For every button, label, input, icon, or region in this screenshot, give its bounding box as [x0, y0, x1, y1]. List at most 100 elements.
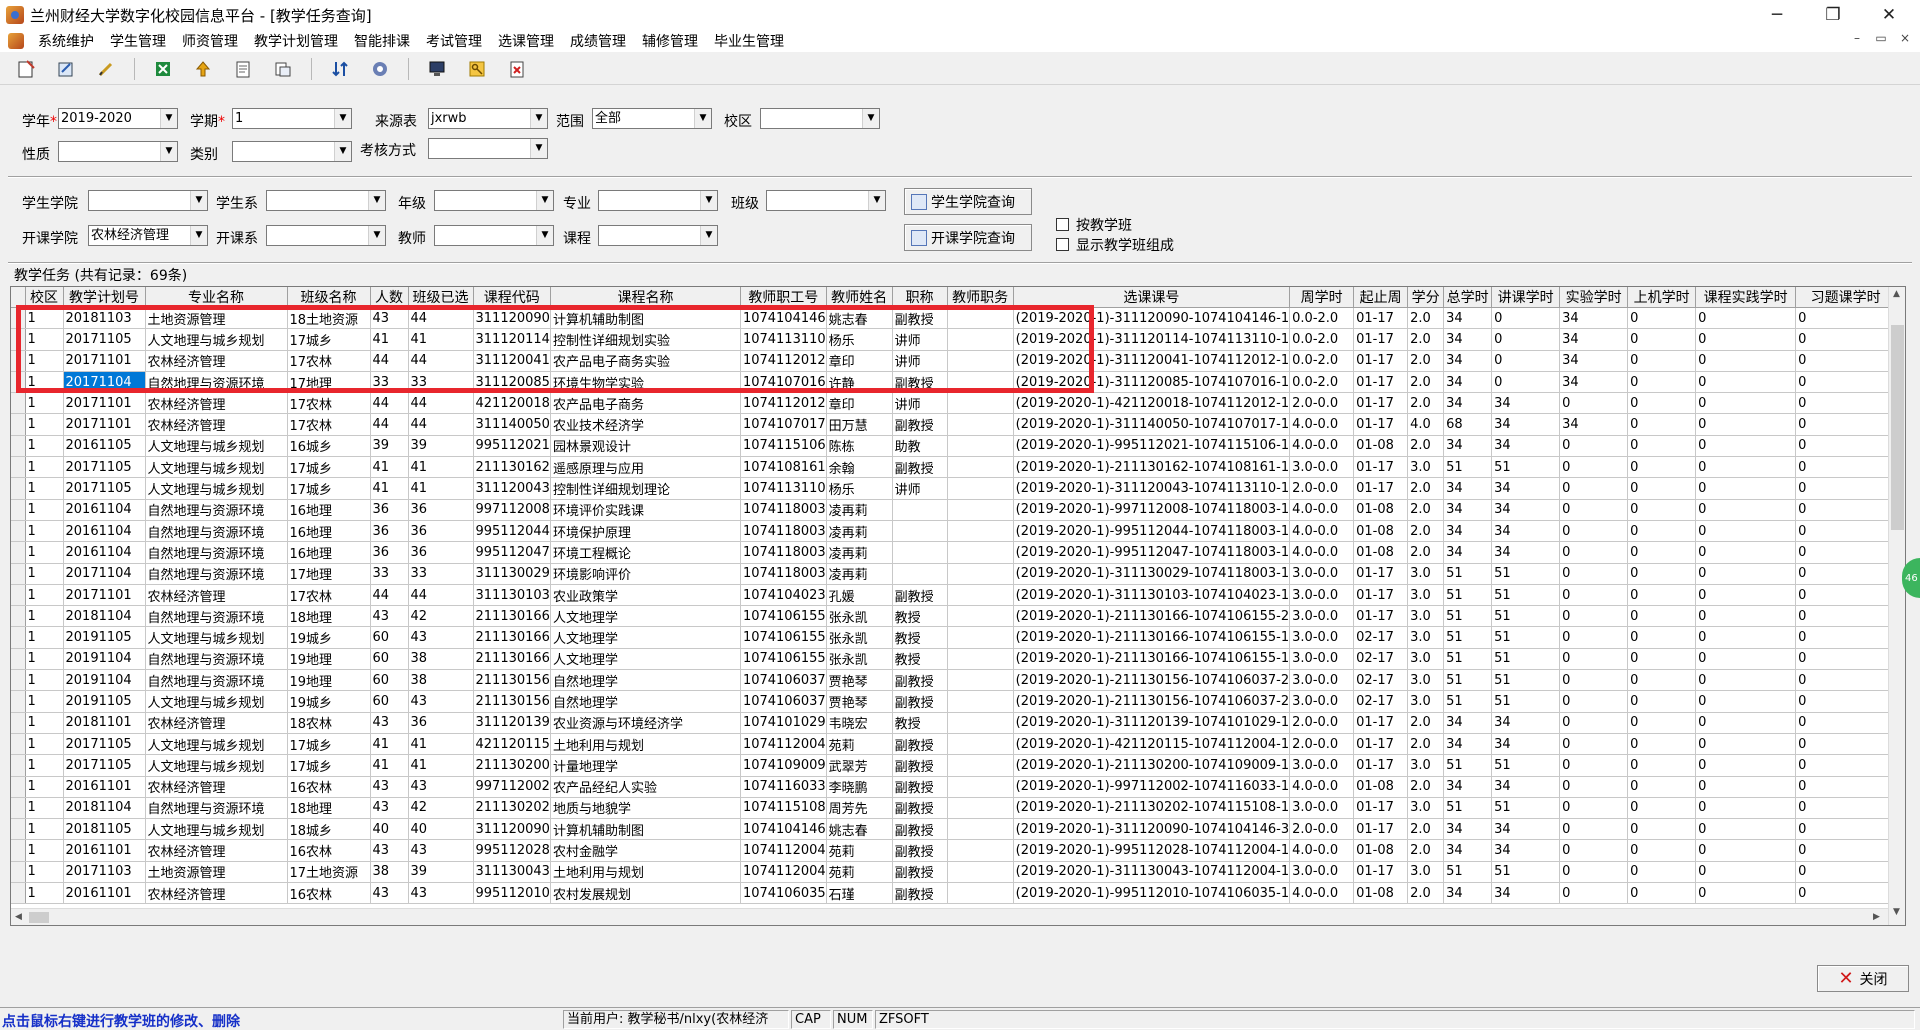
table-cell[interactable]: 副教授 — [892, 776, 948, 798]
table-cell[interactable]: 凌再莉 — [826, 541, 893, 564]
table-cell[interactable]: 4.0-0.0 — [1289, 413, 1355, 436]
table-cell[interactable]: 16农林 — [287, 839, 371, 862]
table-cell[interactable]: 01-08 — [1353, 776, 1409, 798]
table-cell[interactable]: 2.0 — [1407, 477, 1445, 500]
table-cell[interactable]: 0 — [1559, 541, 1629, 564]
table-cell[interactable]: 农业技术经济学 — [550, 413, 741, 436]
table-cell[interactable]: 997112002 — [473, 776, 551, 798]
table-cell[interactable]: 44 — [370, 584, 409, 607]
table-cell[interactable]: 0 — [1559, 861, 1629, 884]
table-cell[interactable]: 自然地理与资源环境 — [145, 563, 288, 585]
table-cell[interactable]: 01-17 — [1353, 371, 1409, 394]
table-cell[interactable]: 1074104146 — [740, 307, 827, 330]
document-icon[interactable] — [231, 57, 255, 81]
table-cell[interactable]: 自然地理与资源环境 — [145, 520, 288, 543]
table-cell[interactable]: 农林经济管理 — [145, 839, 288, 862]
row-indicator[interactable] — [11, 392, 26, 415]
pencil-icon[interactable] — [94, 57, 118, 81]
table-cell[interactable]: 17城乡 — [287, 477, 371, 500]
table-cell[interactable]: 51 — [1491, 690, 1561, 713]
table-cell[interactable]: 60 — [370, 690, 409, 713]
table-row[interactable]: 1 20191104 自然地理与资源环境 19地理 60 38 211130156 自然地理学… — [11, 669, 1897, 692]
table-cell[interactable]: 2.0 — [1407, 392, 1445, 415]
table-cell[interactable]: 01-17 — [1353, 754, 1409, 777]
table-cell[interactable]: (2019-2020-1)-997112002-1074116033-1 — [1013, 776, 1291, 798]
table-cell[interactable]: 1 — [25, 669, 64, 692]
table-cell[interactable]: 自然地理与资源环境 — [145, 371, 288, 394]
table-cell[interactable]: 20171101 — [63, 584, 146, 607]
table-row[interactable]: 1 20191105 人文地理与城乡规划 19城乡 60 43 211130156 自然地理学… — [11, 690, 1897, 713]
mdi-close-button[interactable]: × — [1894, 31, 1916, 45]
table-cell[interactable] — [892, 520, 948, 543]
table-cell[interactable]: 2.0 — [1407, 882, 1445, 905]
table-cell[interactable]: 51 — [1443, 563, 1493, 585]
table-cell[interactable]: 人文地理与城乡规划 — [145, 690, 288, 713]
table-cell[interactable]: 40 — [408, 818, 474, 841]
table-cell[interactable]: 34 — [1491, 818, 1561, 841]
exit-icon[interactable] — [505, 57, 529, 81]
table-cell[interactable]: 34 — [1443, 733, 1493, 756]
menu-system[interactable]: 系统维护 — [30, 31, 102, 51]
table-cell[interactable]: 土地利用与规划 — [550, 861, 741, 884]
column-header[interactable]: 选课课号 — [1013, 287, 1291, 308]
table-cell[interactable]: 0 — [1627, 584, 1697, 607]
table-cell[interactable]: 0 — [1627, 861, 1697, 884]
table-cell[interactable]: 0 — [1695, 626, 1797, 649]
table-cell[interactable]: 3.0 — [1407, 626, 1445, 649]
table-cell[interactable]: 01-17 — [1353, 861, 1409, 884]
table-cell[interactable]: 51 — [1491, 797, 1561, 820]
table-cell[interactable]: 44 — [408, 584, 474, 607]
table-cell[interactable]: 1074112012 — [740, 392, 827, 415]
table-cell[interactable]: 1 — [25, 754, 64, 777]
table-cell[interactable]: 0 — [1627, 413, 1697, 436]
table-cell[interactable]: 2.0 — [1407, 733, 1445, 756]
table-cell[interactable]: 34 — [1443, 371, 1493, 394]
table-cell[interactable]: 33 — [408, 371, 474, 394]
table-cell[interactable] — [947, 605, 1014, 628]
table-cell[interactable]: 0 — [1559, 797, 1629, 820]
table-cell[interactable]: 0 — [1491, 350, 1561, 372]
table-cell[interactable]: 01-08 — [1353, 435, 1409, 458]
table-cell[interactable]: 0 — [1795, 392, 1897, 415]
edit-record-icon[interactable] — [54, 57, 78, 81]
table-cell[interactable]: 0 — [1695, 350, 1797, 372]
table-cell[interactable]: (2019-2020-1)-421120115-1074112004-1 — [1013, 733, 1291, 756]
table-cell[interactable]: 地质与地貌学 — [550, 797, 741, 820]
table-cell[interactable]: 0 — [1695, 712, 1797, 734]
print-preview-icon[interactable] — [271, 57, 295, 81]
table-cell[interactable] — [947, 456, 1014, 479]
table-cell[interactable]: 211130162 — [473, 456, 551, 479]
table-cell[interactable]: 1 — [25, 499, 64, 521]
table-cell[interactable]: 凌再莉 — [826, 520, 893, 543]
table-cell[interactable]: 张永凯 — [826, 648, 893, 671]
table-cell[interactable]: 51 — [1443, 690, 1493, 713]
table-row[interactable]: 1 20171105 人文地理与城乡规划 17城乡 41 41 421120115 土地利用与… — [11, 733, 1897, 756]
table-cell[interactable]: 2.0-0.0 — [1289, 712, 1355, 734]
table-cell[interactable]: 39 — [408, 435, 474, 458]
column-header[interactable]: 职称 — [892, 287, 948, 308]
table-cell[interactable]: 20161104 — [63, 541, 146, 564]
table-cell[interactable]: 01-17 — [1353, 733, 1409, 756]
table-cell[interactable]: 51 — [1491, 754, 1561, 777]
table-cell[interactable]: 1 — [25, 839, 64, 862]
table-cell[interactable]: 控制性详细规划实验 — [550, 328, 741, 351]
table-cell[interactable]: 16地理 — [287, 499, 371, 521]
horizontal-scroll-thumb[interactable] — [29, 912, 49, 923]
table-cell[interactable]: (2019-2020-1)-211130166-1074106155-1 — [1013, 626, 1291, 649]
table-cell[interactable]: 武翠芳 — [826, 754, 893, 777]
table-cell[interactable]: 16地理 — [287, 520, 371, 543]
table-cell[interactable]: 0 — [1795, 477, 1897, 500]
table-cell[interactable]: 3.0 — [1407, 584, 1445, 607]
table-cell[interactable]: 田万慧 — [826, 413, 893, 436]
table-cell[interactable]: 0 — [1491, 371, 1561, 394]
table-cell[interactable]: (2019-2020-1)-995112021-1074115106-1 — [1013, 435, 1291, 458]
column-header[interactable]: 上机学时 — [1627, 287, 1697, 308]
table-cell[interactable]: 34 — [1491, 712, 1561, 734]
table-cell[interactable]: 1074112004 — [740, 733, 827, 756]
table-cell[interactable]: 0 — [1695, 328, 1797, 351]
minimize-button[interactable]: ─ — [1754, 0, 1800, 30]
table-cell[interactable]: 0 — [1695, 563, 1797, 585]
table-cell[interactable]: 311120114 — [473, 328, 551, 351]
close-button[interactable]: ✕ 关闭 — [1817, 965, 1909, 992]
table-cell[interactable]: 16地理 — [287, 541, 371, 564]
